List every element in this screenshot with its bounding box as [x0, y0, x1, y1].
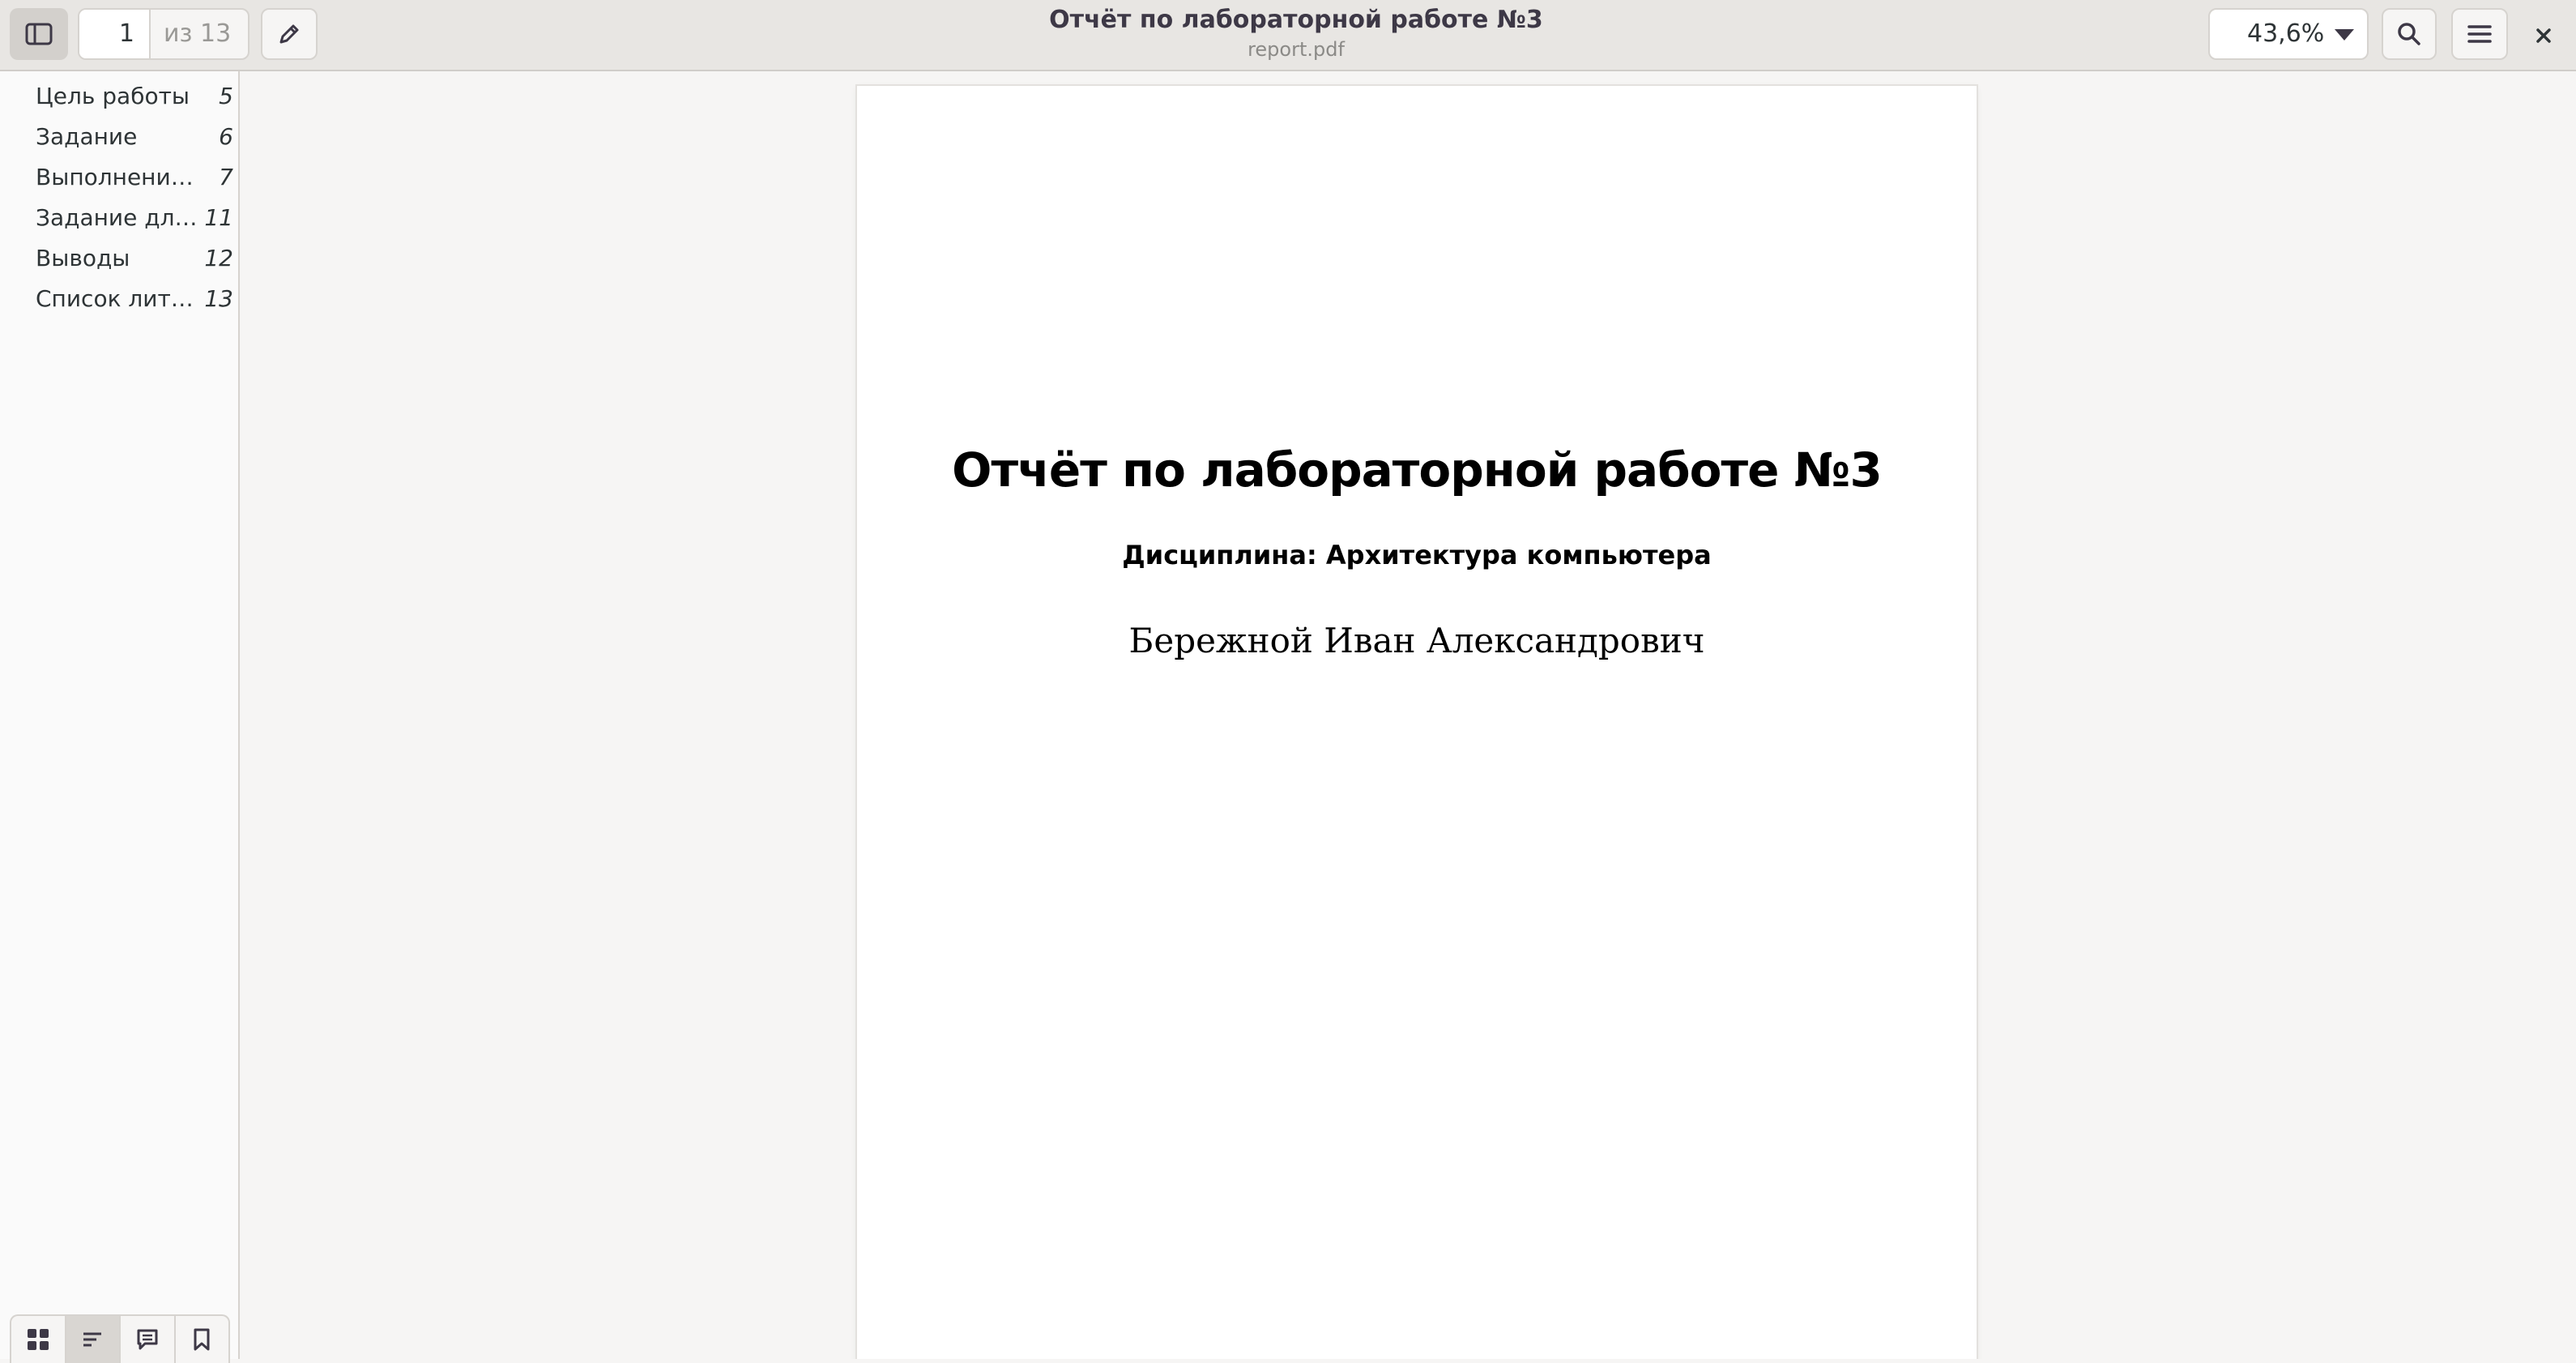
outline-item-label: Задание: [36, 123, 138, 150]
document-view[interactable]: Отчёт по лабораторной работе №3 Дисципли…: [240, 71, 2576, 1359]
sidebar-toggle-button[interactable]: [10, 8, 68, 60]
current-page-input[interactable]: 1: [79, 10, 151, 58]
chevron-down-icon: [2335, 29, 2354, 41]
pencil-icon: [279, 24, 299, 44]
outline-item-page: 7: [219, 164, 233, 190]
document-subject: Дисциплина: Архитектура компьютера: [1122, 540, 1712, 570]
document-page: Отчёт по лабораторной работе №3 Дисципли…: [857, 86, 1977, 1359]
thumbnails-view-button[interactable]: [11, 1316, 66, 1363]
outline-item-page: 11: [204, 204, 233, 231]
outline-view-button[interactable]: [66, 1316, 121, 1363]
outline-item-page: 12: [204, 245, 233, 271]
annotations-view-button[interactable]: [121, 1316, 176, 1363]
sidebar-view-switcher: [10, 1314, 230, 1363]
document-title: Отчёт по лабораторной работе №3: [952, 442, 1883, 498]
hamburger-menu-icon: [2467, 25, 2492, 43]
annotate-button[interactable]: [261, 8, 318, 60]
window-title-block: Отчёт по лабораторной работе №3 report.p…: [964, 3, 1628, 62]
zoom-level: 43,6%: [2247, 19, 2325, 48]
outline-item-label: Цель работы: [36, 83, 190, 109]
outline-item-page: 6: [219, 123, 233, 150]
document-author: Бережной Иван Александрович: [1128, 621, 1705, 660]
outline-item-execution[interactable]: Выполнение лабораторной работы 7: [0, 157, 238, 198]
outline-item-self-work[interactable]: Задание для самостоятельной работы 11: [0, 198, 238, 238]
annotations-icon: [137, 1329, 158, 1350]
outline-item-label: Список литературы: [36, 285, 198, 312]
main-menu-button[interactable]: [2451, 8, 2508, 60]
outline-item-label: Выводы: [36, 245, 130, 271]
bookmarks-icon: [194, 1328, 210, 1351]
outline-item-task[interactable]: Задание 6: [0, 117, 238, 157]
outline-list: Цель работы 5 Задание 6 Выполнение лабор…: [0, 76, 238, 319]
outline-item-page: 5: [219, 83, 233, 109]
bookmarks-view-button[interactable]: [176, 1316, 229, 1363]
close-window-button[interactable]: [2519, 10, 2568, 62]
outline-item-references[interactable]: Список литературы 13: [0, 279, 238, 319]
outline-item-page: 13: [204, 285, 233, 312]
total-pages-label: из 13: [164, 19, 232, 48]
page-number-entry[interactable]: 1 из 13: [78, 8, 249, 60]
close-icon: [2536, 28, 2551, 43]
window-title: Отчёт по лабораторной работе №3: [1049, 6, 1543, 34]
sidebar-panel-icon: [25, 23, 53, 45]
search-button[interactable]: [2382, 8, 2437, 60]
outline-item-label: Выполнение лабораторной работы: [36, 164, 198, 190]
header-bar: 1 из 13 Отчёт по лабораторной работе №3 …: [0, 0, 2576, 71]
thumbnails-icon: [27, 1329, 49, 1350]
sidebar: Цель работы 5 Задание 6 Выполнение лабор…: [0, 71, 240, 1363]
outline-icon: [83, 1332, 102, 1347]
search-icon: [2398, 23, 2420, 45]
outline-item-goal[interactable]: Цель работы 5: [0, 76, 238, 117]
outline-item-conclusions[interactable]: Выводы 12: [0, 238, 238, 279]
window-subtitle: report.pdf: [1247, 38, 1345, 61]
outline-item-label: Задание для самостоятельной работы: [36, 204, 198, 231]
zoom-dropdown[interactable]: 43,6%: [2208, 8, 2369, 60]
